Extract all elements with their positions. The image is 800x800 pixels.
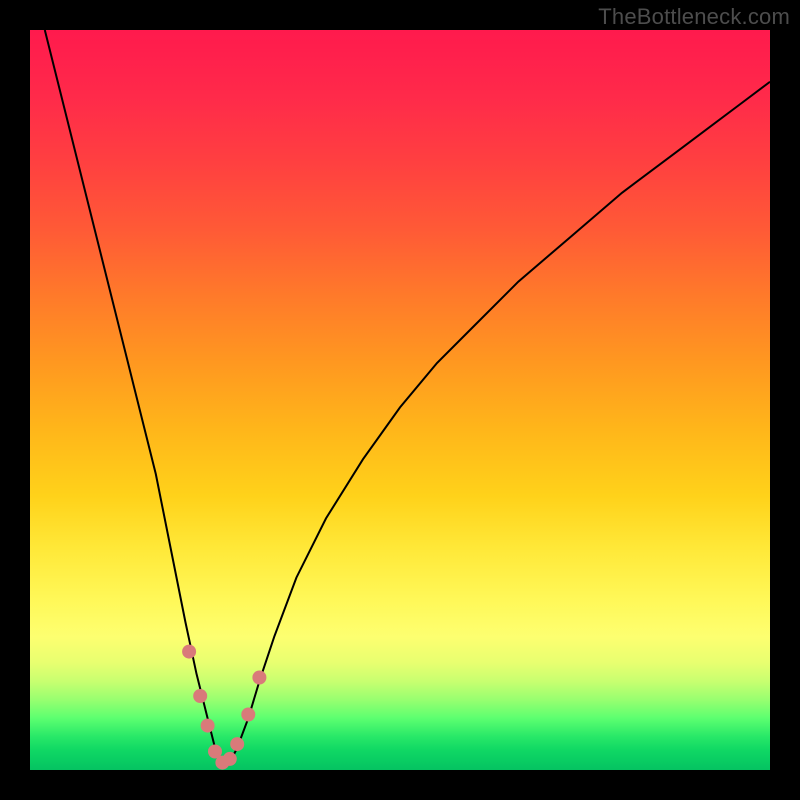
chart-frame: TheBottleneck.com xyxy=(0,0,800,800)
watermark-text: TheBottleneck.com xyxy=(598,4,790,30)
sample-dot xyxy=(241,708,255,722)
sample-dot xyxy=(201,719,215,733)
sample-dot xyxy=(182,645,196,659)
plot-area xyxy=(30,30,770,770)
sample-dot xyxy=(252,671,266,685)
bottleneck-curve xyxy=(45,30,770,763)
sample-dot xyxy=(230,737,244,751)
sample-dot xyxy=(193,689,207,703)
curve-layer xyxy=(30,30,770,770)
sample-dot xyxy=(223,752,237,766)
